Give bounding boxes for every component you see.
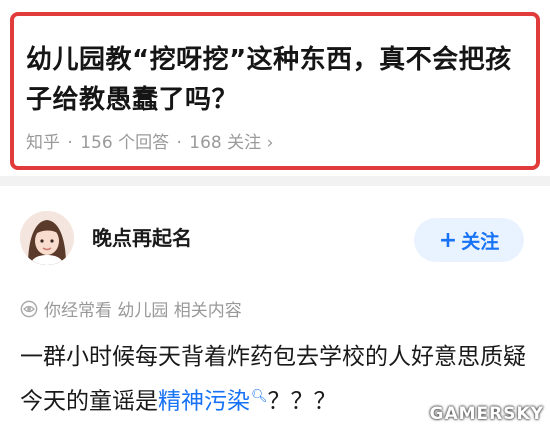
section-divider xyxy=(0,176,550,186)
related-content-hint: 你经常看 幼儿园 相关内容 xyxy=(20,296,242,321)
gamersky-watermark: GAMERSKY xyxy=(429,404,544,424)
follower-count: 168 关注 xyxy=(189,133,262,153)
answer-count: 156 个回答 xyxy=(80,133,170,153)
search-keyword-link[interactable]: 精神污染 xyxy=(158,389,250,415)
search-icon[interactable]: 🔍︎ xyxy=(251,389,268,404)
question-title[interactable]: 幼儿园教“挖呀挖”这种东西，真不会把孩子给教愚蠢了吗？ xyxy=(26,40,526,120)
avatar[interactable] xyxy=(20,211,74,265)
meta-separator: · xyxy=(67,133,73,153)
follow-button[interactable]: + 关注 xyxy=(414,218,524,262)
related-content-text: 你经常看 幼儿园 相关内容 xyxy=(44,301,242,321)
plus-icon: + xyxy=(438,227,458,253)
meta-separator: · xyxy=(176,133,182,153)
follow-button-label: 关注 xyxy=(461,230,500,253)
question-source: 知乎 xyxy=(26,133,60,153)
question-meta[interactable]: 知乎 · 156 个回答 · 168 关注 › xyxy=(26,128,273,153)
eye-icon xyxy=(20,300,38,317)
answer-body-ending: ？？？ xyxy=(267,388,337,415)
avatar-image xyxy=(20,211,74,265)
author-name[interactable]: 晚点再起名 xyxy=(92,222,192,251)
question-card-highlight: 幼儿园教“挖呀挖”这种东西，真不会把孩子给教愚蠢了吗？ 知乎 · 156 个回答… xyxy=(10,12,540,170)
chevron-right-icon: › xyxy=(266,133,274,153)
